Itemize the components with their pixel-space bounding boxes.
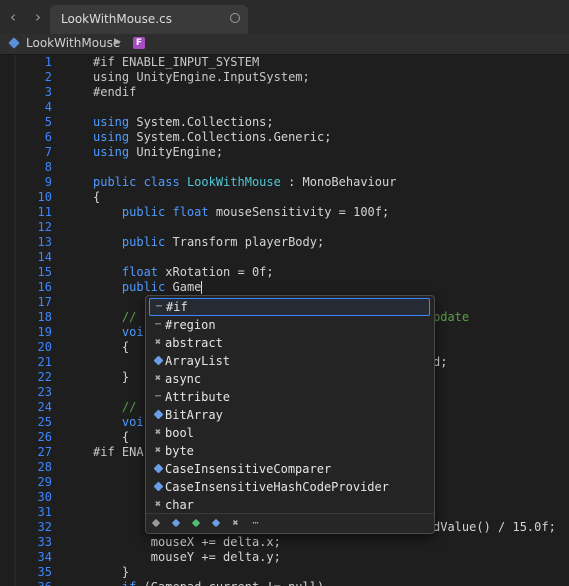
back-chevron-icon[interactable]: ‹	[3, 8, 23, 26]
keyword-icon: ✖	[154, 499, 162, 510]
breadcrumb-class[interactable]: LookWithMouse	[26, 36, 120, 50]
class-icon	[152, 406, 164, 424]
completion-item[interactable]: ✖ abstract	[149, 334, 430, 352]
completion-item[interactable]: CaseInsensitiveComparer	[149, 460, 430, 478]
member-field-icon[interactable]: F	[133, 37, 145, 49]
struct-filter-icon[interactable]	[170, 518, 181, 529]
text-cursor	[201, 281, 203, 294]
forward-chevron-icon[interactable]: ›	[28, 8, 48, 26]
completion-item[interactable]: ✖ byte	[149, 442, 430, 460]
completion-item[interactable]: ✖ char	[149, 496, 430, 514]
keyword-icon: ✖	[154, 445, 162, 456]
tab-filename: LookWithMouse.cs	[61, 12, 172, 26]
completion-item[interactable]: BitArray	[149, 406, 430, 424]
snippet-filter-icon[interactable]: ⋯	[250, 518, 261, 529]
class-icon	[8, 37, 20, 49]
completion-item[interactable]: ArrayList	[149, 352, 430, 370]
editor-tab[interactable]: LookWithMouse.cs	[50, 5, 248, 34]
class-icon	[152, 460, 164, 478]
class-icon	[152, 352, 164, 370]
close-tab-icon[interactable]	[230, 13, 240, 23]
snippet-icon: ⋯	[154, 391, 162, 402]
completion-item[interactable]: ✖ bool	[149, 424, 430, 442]
completion-item[interactable]: ⋯ Attribute	[149, 388, 430, 406]
breadcrumb-separator-icon: ▶	[114, 37, 121, 47]
interface-filter-icon[interactable]	[190, 518, 201, 529]
breadcrumb: LookWithMouse ▶ F	[0, 34, 569, 55]
enum-filter-icon[interactable]	[210, 518, 221, 529]
completion-item[interactable]: ⋯ #if	[149, 298, 430, 316]
completion-item[interactable]: ✖ async	[149, 370, 430, 388]
snippet-icon: ⋯	[154, 319, 162, 330]
keyword-icon: ✖	[154, 427, 162, 438]
completion-item[interactable]: ⋯ #region	[149, 316, 430, 334]
completion-filter-bar: ✖ ⋯	[146, 513, 434, 533]
snippet-icon: ⋯	[155, 301, 163, 312]
tab-bar: ‹ › LookWithMouse.cs	[0, 0, 569, 35]
class-filter-icon[interactable]	[150, 518, 161, 529]
class-icon	[152, 478, 164, 496]
completion-popup: ⋯ #if ⋯ #region ✖ abstract ArrayList ✖ async…	[145, 295, 435, 534]
keyword-filter-icon[interactable]: ✖	[230, 518, 241, 529]
completion-item[interactable]: CaseInsensitiveHashCodeProvider	[149, 478, 430, 496]
keyword-icon: ✖	[154, 337, 162, 348]
keyword-icon: ✖	[154, 373, 162, 384]
